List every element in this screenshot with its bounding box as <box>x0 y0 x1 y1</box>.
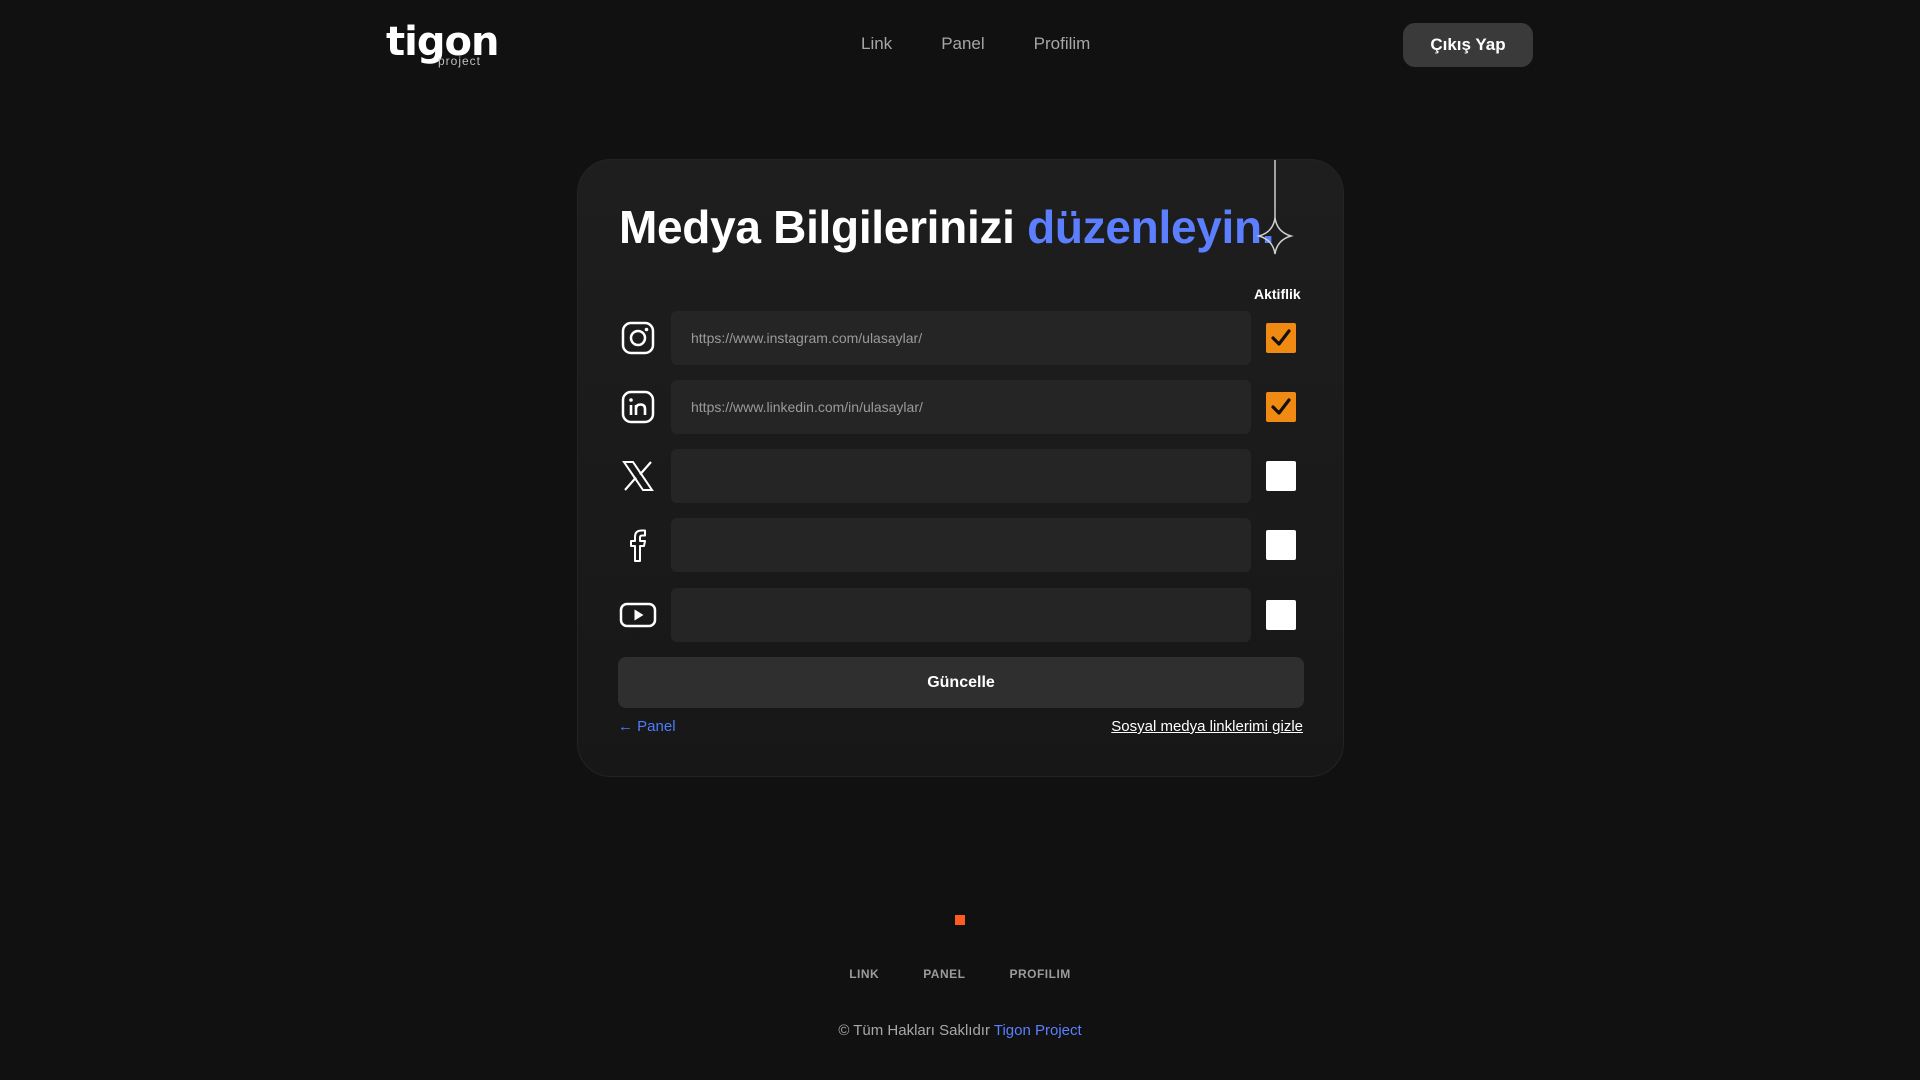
hide-social-links-link[interactable]: Sosyal medya linklerimi gizle <box>1111 718 1303 735</box>
x-url-field[interactable] <box>671 449 1251 503</box>
top-header: tigon project Link Panel Profilim Çıkış … <box>0 0 1920 90</box>
footer-link-panel[interactable]: PANEL <box>923 967 965 981</box>
media-edit-card: Medya Bilgilerinizi düzenleyin. Aktiflik <box>577 159 1344 777</box>
youtube-url-field[interactable] <box>671 588 1251 642</box>
sparkle-icon <box>1256 160 1294 255</box>
youtube-icon <box>616 593 660 637</box>
facebook-icon <box>616 523 660 567</box>
social-row-instagram <box>616 311 1296 365</box>
main-nav: Link Panel Profilim <box>861 34 1090 54</box>
check-icon <box>1271 398 1291 415</box>
linkedin-icon <box>616 385 660 429</box>
logo-subtext: project <box>438 54 482 68</box>
social-row-facebook <box>616 518 1296 572</box>
social-row-youtube <box>616 588 1296 642</box>
footer-link-profilim[interactable]: PROFILIM <box>1009 967 1070 981</box>
title-accent: düzenleyin. <box>1027 201 1275 253</box>
update-button[interactable]: Güncelle <box>618 657 1304 708</box>
instagram-active-checkbox[interactable] <box>1266 323 1296 353</box>
page-title: Medya Bilgilerinizi düzenleyin. <box>619 200 1275 254</box>
social-row-linkedin <box>616 380 1296 434</box>
x-active-checkbox[interactable] <box>1266 461 1296 491</box>
instagram-url-field[interactable] <box>671 311 1251 365</box>
nav-link-panel[interactable]: Panel <box>941 34 984 54</box>
tigon-logo[interactable]: tigon project <box>386 20 499 70</box>
copyright-text: © Tüm Hakları Saklıdır <box>838 1022 994 1039</box>
social-row-x <box>616 449 1296 503</box>
youtube-active-checkbox[interactable] <box>1266 600 1296 630</box>
facebook-active-checkbox[interactable] <box>1266 530 1296 560</box>
copyright-brand-link[interactable]: Tigon Project <box>994 1022 1082 1039</box>
logout-button[interactable]: Çıkış Yap <box>1403 23 1533 67</box>
title-main: Medya Bilgilerinizi <box>619 201 1028 253</box>
instagram-icon <box>616 316 660 360</box>
linkedin-url-field[interactable] <box>671 380 1251 434</box>
nav-link-link[interactable]: Link <box>861 34 892 54</box>
linkedin-active-checkbox[interactable] <box>1266 392 1296 422</box>
accent-dot <box>955 915 965 925</box>
copyright: © Tüm Hakları Saklıdır Tigon Project <box>0 1022 1920 1039</box>
x-twitter-icon <box>616 454 660 498</box>
footer-link-link[interactable]: LINK <box>849 967 879 981</box>
back-to-panel-link[interactable]: ← Panel <box>618 718 676 735</box>
active-column-label: Aktiflik <box>1254 286 1301 302</box>
check-icon <box>1271 329 1291 346</box>
nav-link-profilim[interactable]: Profilim <box>1034 34 1091 54</box>
footer-nav: LINK PANEL PROFILIM <box>0 967 1920 981</box>
facebook-url-field[interactable] <box>671 518 1251 572</box>
